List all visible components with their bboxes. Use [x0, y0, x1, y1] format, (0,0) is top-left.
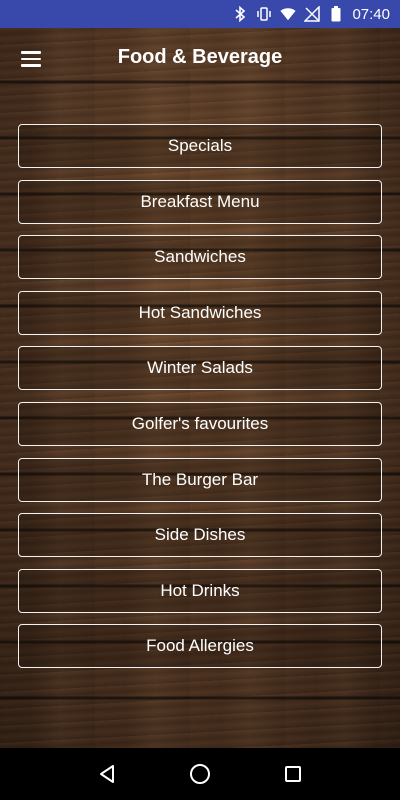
- menu-item-specials[interactable]: Specials: [18, 124, 382, 168]
- navigation-bar: [0, 748, 400, 800]
- menu-item-burger-bar[interactable]: The Burger Bar: [18, 457, 382, 502]
- menu-item-hot-drinks[interactable]: Hot Drinks: [18, 568, 382, 613]
- battery-icon: [328, 6, 344, 22]
- menu-item-sandwiches[interactable]: Sandwiches: [18, 235, 382, 280]
- menu-item-food-allergies[interactable]: Food Allergies: [18, 624, 382, 669]
- recents-icon[interactable]: [273, 754, 313, 794]
- menu-item-winter-salads[interactable]: Winter Salads: [18, 346, 382, 391]
- signal-off-icon: [304, 6, 321, 22]
- page-title: Food & Beverage: [117, 46, 283, 68]
- menu-item-breakfast-menu[interactable]: Breakfast Menu: [18, 179, 382, 224]
- bluetooth-icon: [232, 6, 248, 22]
- menu-item-golfers-favourites[interactable]: Golfer's favourites: [18, 401, 382, 446]
- status-time: 07:40: [352, 5, 390, 23]
- wifi-icon: [280, 6, 297, 22]
- menu-list: Specials Breakfast Menu Sandwiches Hot S…: [18, 124, 382, 669]
- menu-item-hot-sandwiches[interactable]: Hot Sandwiches: [18, 290, 382, 335]
- vibrate-icon: [256, 6, 272, 22]
- home-icon[interactable]: [180, 754, 220, 794]
- status-bar: 07:40: [0, 0, 400, 28]
- app-bar: Food & Beverage: [0, 28, 400, 90]
- back-icon[interactable]: [87, 754, 127, 794]
- menu-item-side-dishes[interactable]: Side Dishes: [18, 513, 382, 558]
